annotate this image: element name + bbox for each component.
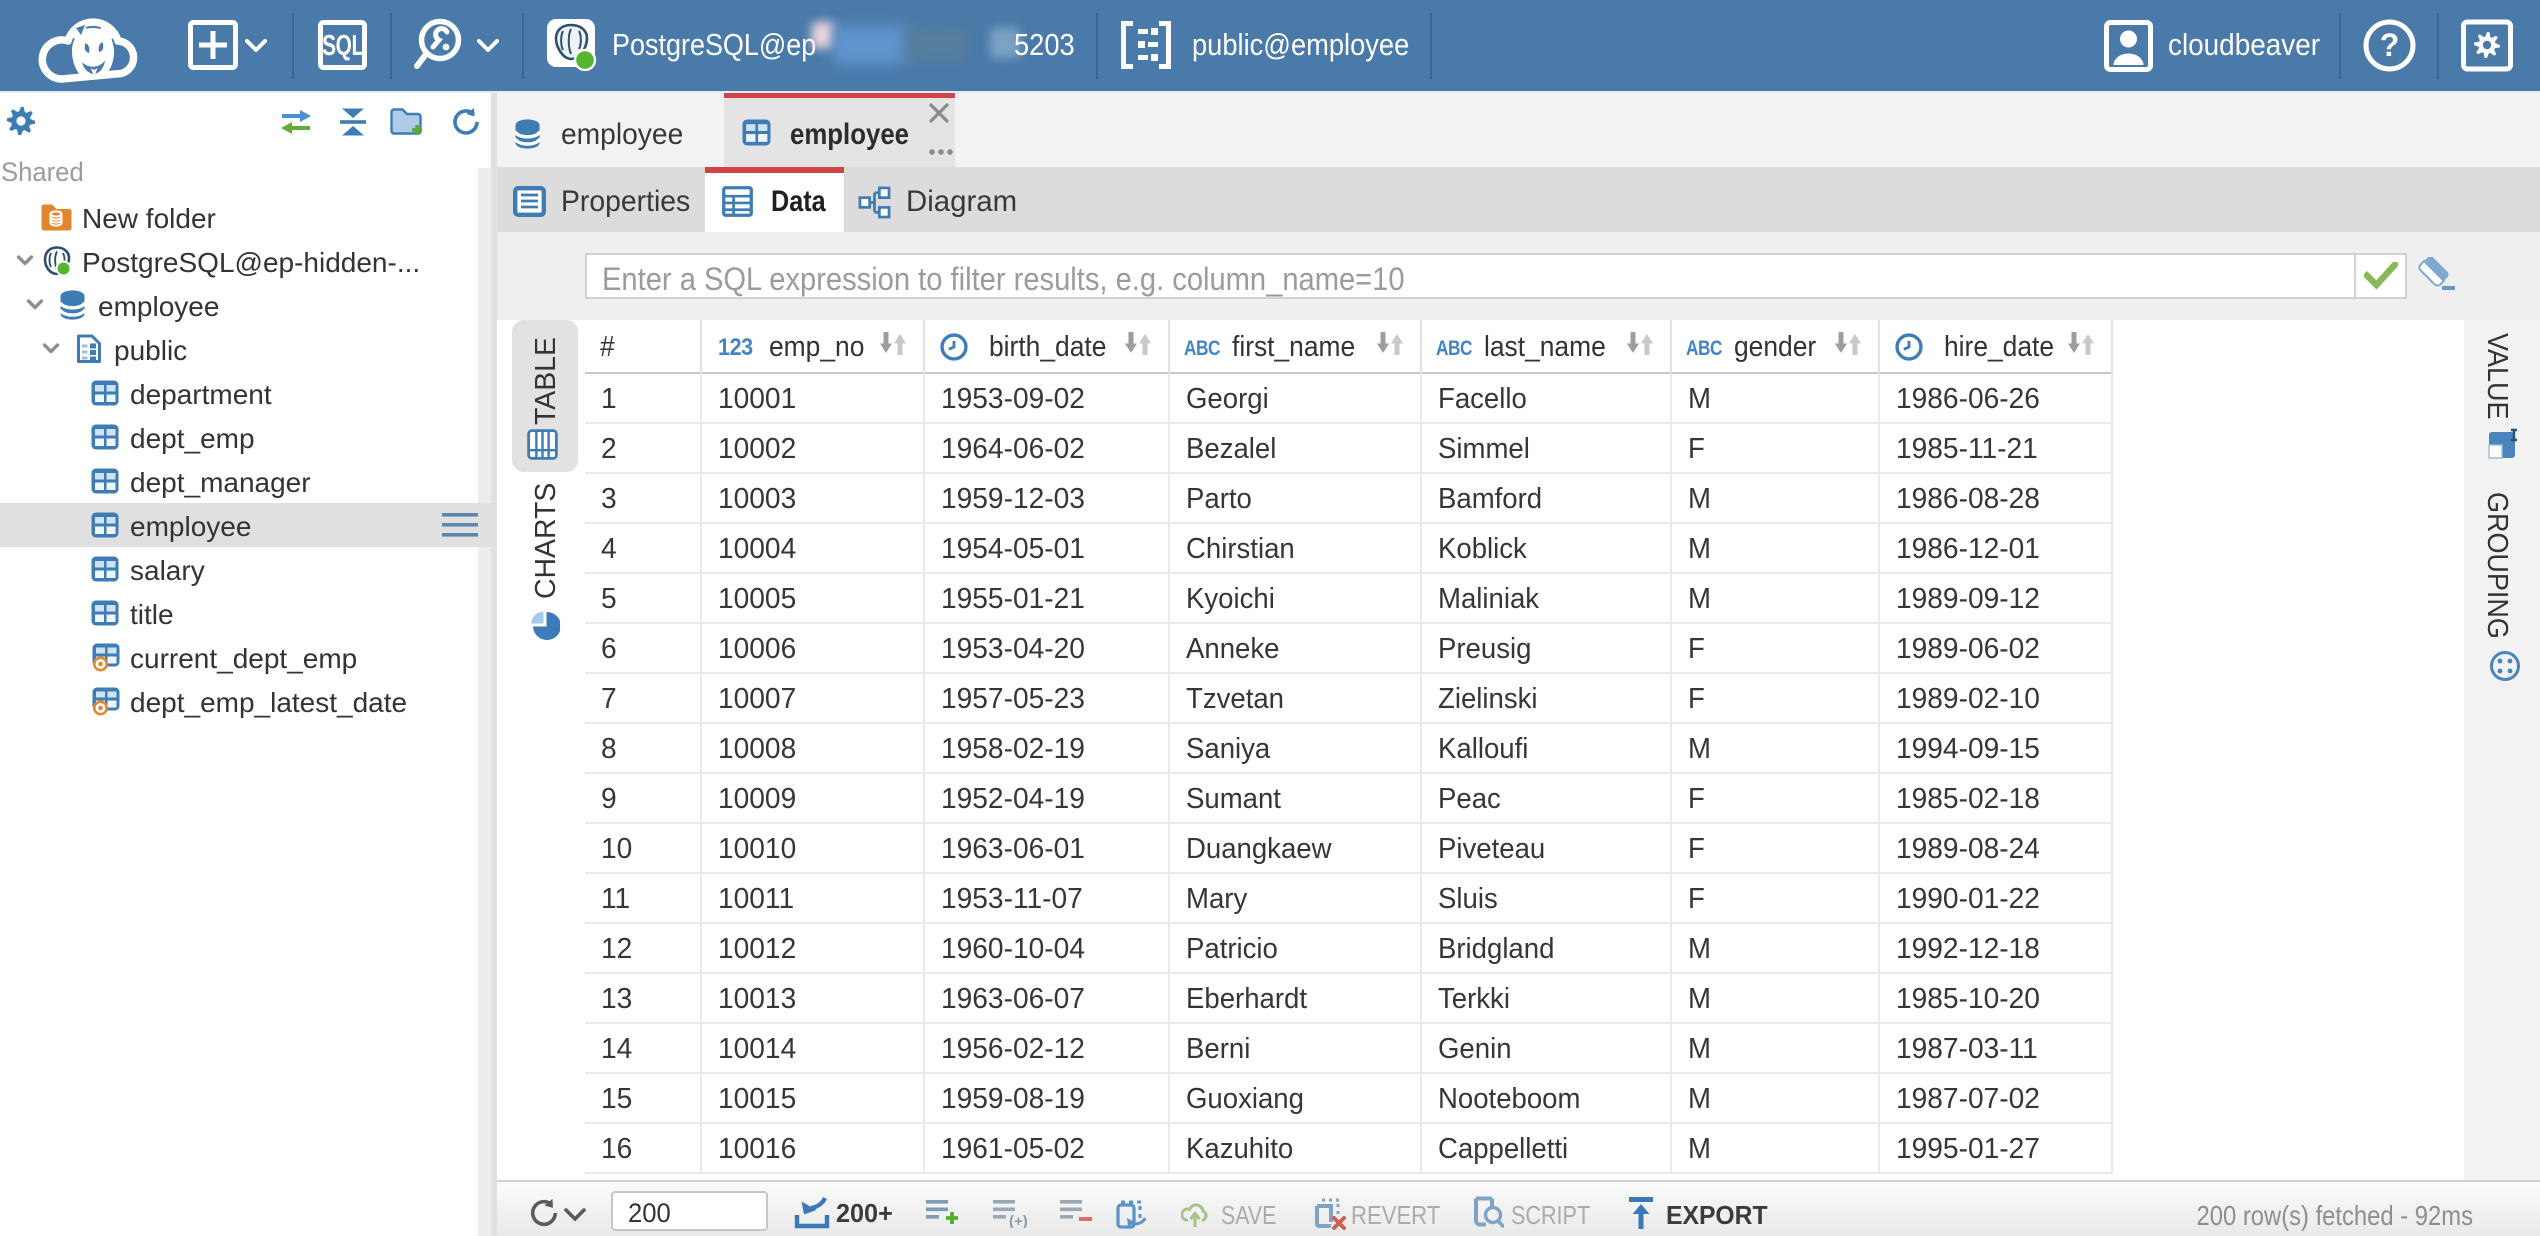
svg-text:(+): (+)	[1009, 1213, 1028, 1228]
svg-text:?: ?	[2380, 27, 2400, 63]
svg-text:SQL: SQL	[322, 30, 364, 62]
